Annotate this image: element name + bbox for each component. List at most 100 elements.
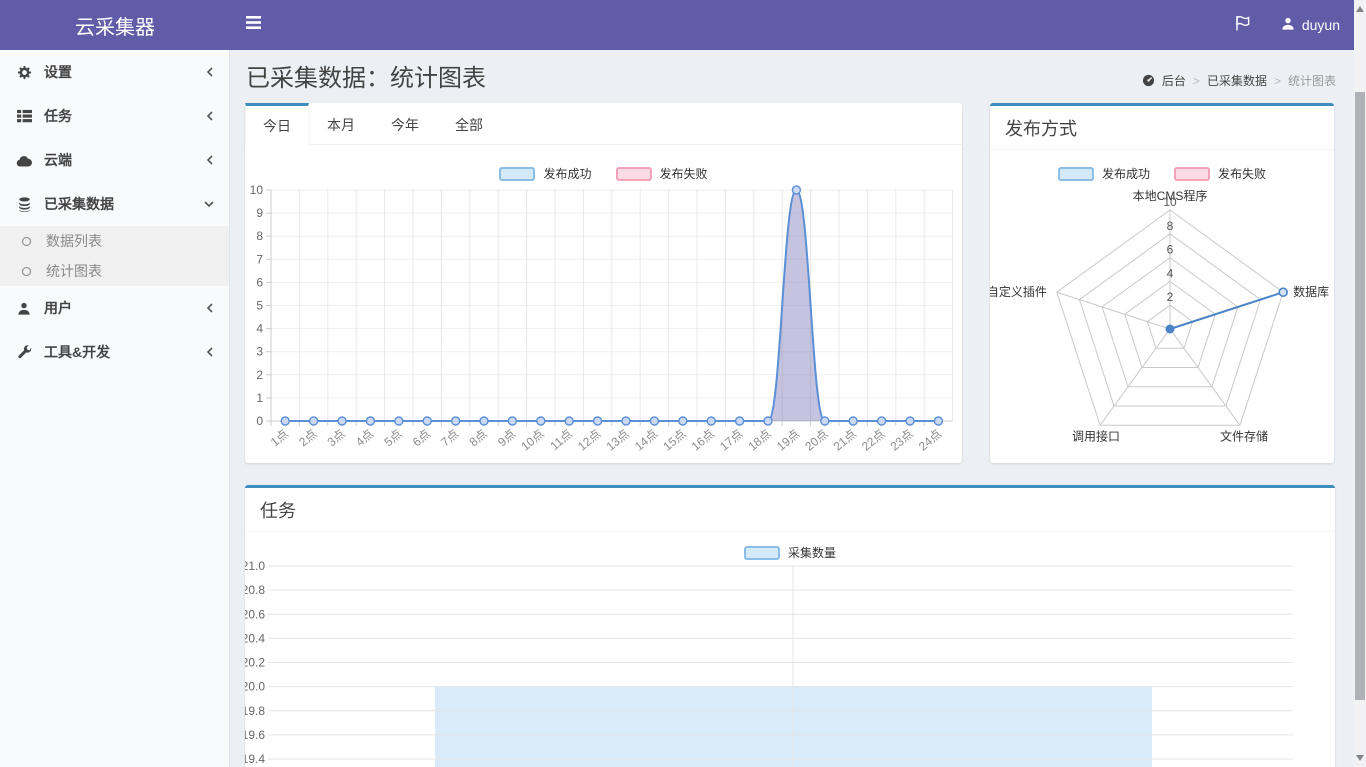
legend-publish-success[interactable]: 发布成功 [499,165,591,182]
legend-label: 发布失败 [660,165,708,182]
tasks-bar-chart: 21.020.820.620.420.220.019.819.619.4 [245,560,1335,767]
svg-text:5: 5 [256,299,263,313]
breadcrumb-backend[interactable]: 后台 [1162,72,1186,89]
svg-text:6点: 6点 [410,427,433,450]
svg-text:20.6: 20.6 [245,607,265,621]
top-navbar: 云采集器 duyun [0,0,1366,50]
legend-publish-success[interactable]: 发布成功 [1058,165,1150,182]
scrollbar-up-arrow[interactable] [1354,2,1366,16]
list-icon [15,109,33,123]
svg-text:9: 9 [256,206,263,220]
legend-publish-fail[interactable]: 发布失败 [1174,165,1266,182]
user-icon [1281,16,1295,34]
sidebar-subitem-data-list[interactable]: 数据列表 [0,226,229,256]
sidebar-subitem-label: 数据列表 [46,231,102,251]
sidebar: 设置 任务 云端 已采集数据 [0,50,230,767]
svg-text:15点: 15点 [660,427,688,454]
legend-swatch-blue [744,546,780,560]
sidebar-subitem-stats-chart[interactable]: 统计图表 [0,256,229,286]
legend-label: 发布成功 [543,165,591,182]
breadcrumb-collected-data[interactable]: 已采集数据 [1207,72,1267,89]
flag-icon [1235,15,1251,36]
brand-title: 云采集器 [75,11,155,40]
publish-method-card: 发布方式 发布成功 发布失败 246810本地CMS程序数据库文件存储调用接口自… [990,103,1334,463]
circle-icon [17,236,35,247]
svg-text:19点: 19点 [774,427,802,454]
svg-text:8: 8 [256,229,263,243]
legend-swatch-blue [1058,167,1094,181]
breadcrumb: 后台 > 已采集数据 > 统计图表 [1142,72,1336,89]
sidebar-item-tools-dev[interactable]: 工具&开发 [0,330,229,374]
hamburger-icon [246,16,261,34]
svg-text:10: 10 [250,185,264,197]
cloud-icon [15,154,33,167]
app-page: 云采集器 duyun [0,0,1366,767]
svg-text:7: 7 [256,252,263,266]
svg-text:18点: 18点 [746,427,774,454]
svg-text:21.0: 21.0 [245,560,265,573]
svg-text:7点: 7点 [438,427,461,450]
database-icon [15,197,33,212]
svg-text:19.6: 19.6 [245,728,265,742]
sidebar-item-tasks[interactable]: 任务 [0,94,229,138]
sidebar-item-label: 已采集数据 [44,194,192,214]
sidebar-item-users[interactable]: 用户 [0,286,229,330]
tasks-card: 任务 采集数量 21.020.820.620.420.220.019.819.6… [245,485,1335,767]
tasks-card-title: 任务 [260,497,296,523]
user-menu[interactable]: duyun [1281,16,1340,34]
chevron-left-icon [205,66,215,78]
stats-tabs: 今日 本月 今年 全部 [245,103,962,145]
sidebar-submenu: 数据列表 统计图表 [0,226,229,286]
wrench-icon [15,345,33,360]
sidebar-item-cloud[interactable]: 云端 [0,138,229,182]
svg-text:24点: 24点 [916,427,944,454]
navbar-right: duyun [1235,0,1340,50]
svg-text:23点: 23点 [888,427,916,454]
legend-label: 采集数量 [788,544,836,561]
svg-text:21点: 21点 [831,427,859,454]
sidebar-item-settings[interactable]: 设置 [0,50,229,94]
sidebar-toggle-button[interactable] [230,0,276,50]
tab-today[interactable]: 今日 [245,103,309,145]
svg-text:20.2: 20.2 [245,656,265,670]
sidebar-item-collected-data[interactable]: 已采集数据 [0,182,229,226]
brand-logo[interactable]: 云采集器 [0,0,230,50]
publish-method-radar-chart: 246810本地CMS程序数据库文件存储调用接口自定义插件 [990,188,1334,460]
svg-text:17点: 17点 [717,427,745,454]
svg-text:3: 3 [256,345,263,359]
legend-publish-fail[interactable]: 发布失败 [616,165,708,182]
legend-swatch-blue [499,167,535,181]
user-icon [15,301,33,316]
tab-this-month[interactable]: 本月 [309,103,373,144]
svg-text:自定义插件: 自定义插件 [990,284,1047,299]
sidebar-item-label: 任务 [44,106,194,126]
svg-text:4: 4 [256,322,263,336]
chevron-down-icon [203,199,215,209]
legend-collect-count[interactable]: 采集数量 [744,544,836,561]
content-area: 已采集数据：统计图表 后台 > 已采集数据 > 统计图表 今日 本月 今年 全部 [231,50,1354,767]
page-scrollbar[interactable] [1354,0,1366,767]
sidebar-item-label: 云端 [44,150,194,170]
svg-text:9点: 9点 [495,427,518,450]
publish-card-title: 发布方式 [1005,115,1077,141]
legend-label: 发布失败 [1218,165,1266,182]
svg-text:8: 8 [1167,219,1174,233]
tab-all[interactable]: 全部 [437,103,501,144]
chevron-left-icon [205,154,215,166]
scrollbar-thumb[interactable] [1355,92,1365,700]
gear-icon [15,65,33,80]
hourly-publish-line-chart: 0123456789101点2点3点4点5点6点7点8点9点10点11点12点1… [245,185,962,461]
sidebar-item-label: 设置 [44,62,194,82]
svg-text:1: 1 [256,391,263,405]
svg-text:13点: 13点 [604,427,632,454]
svg-text:20.0: 20.0 [245,680,265,694]
breadcrumb-current: 统计图表 [1288,72,1336,89]
tab-this-year[interactable]: 今年 [373,103,437,144]
svg-text:3点: 3点 [325,427,348,450]
publish-card-header: 发布方式 [990,106,1334,150]
radar-legend: 发布成功 发布失败 [990,165,1334,182]
svg-text:2: 2 [256,368,263,382]
scrollbar-down-arrow[interactable] [1354,751,1366,765]
flag-menu[interactable] [1235,15,1251,36]
svg-text:2点: 2点 [296,427,319,450]
